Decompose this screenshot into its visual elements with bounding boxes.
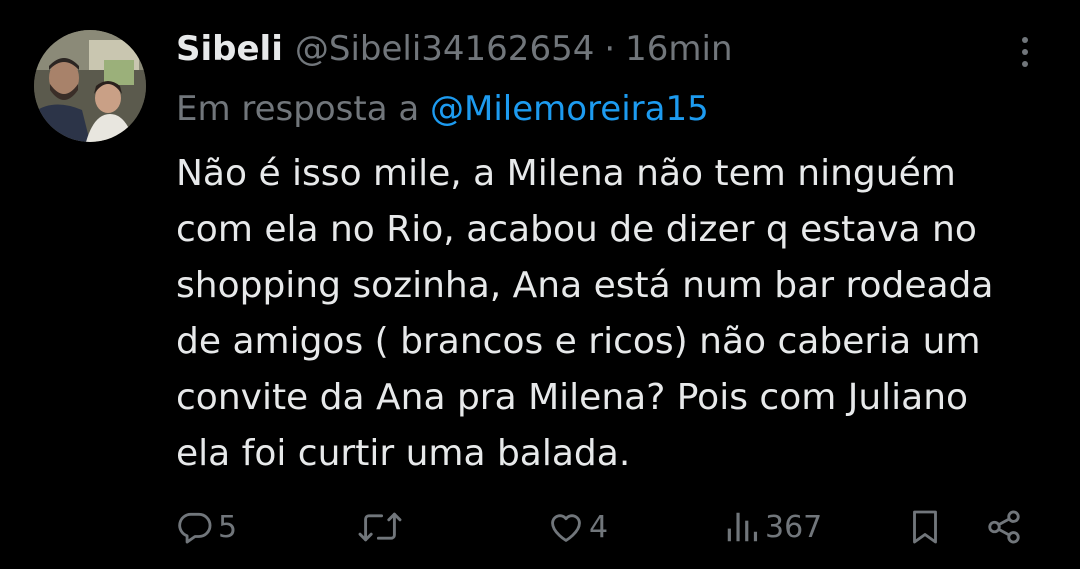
reply-icon — [176, 508, 214, 546]
more-dot — [1022, 49, 1028, 55]
tweet-text-line: de amigos ( brancos e ricos) não caberia… — [176, 321, 981, 362]
tweet-text-line: shopping sozinha, Ana está num bar rodea… — [176, 265, 994, 306]
tweet-text-line: convite da Ana pra Milena? Pois com Juli… — [176, 377, 969, 418]
bookmark-button[interactable] — [907, 500, 943, 554]
tweet[interactable]: Sibeli @Sibeli34162654 · 16min Em respos… — [0, 0, 1080, 569]
retweet-icon — [356, 507, 404, 547]
bookmark-icon — [907, 507, 943, 547]
views-button[interactable]: 367 — [723, 500, 822, 554]
share-icon — [985, 508, 1023, 546]
reply-button[interactable]: 5 — [176, 500, 237, 554]
heart-icon — [547, 508, 585, 546]
views-count: 367 — [765, 509, 823, 545]
more-dot — [1022, 61, 1028, 67]
reply-context: Em resposta a @Milemoreira15 — [176, 86, 709, 132]
tweet-actions: 5 4 367 — [0, 500, 1080, 554]
tweet-text-line: ela foi curtir uma balada. — [176, 433, 631, 474]
separator-dot: · — [604, 29, 616, 69]
like-count: 4 — [589, 509, 609, 545]
share-button[interactable] — [985, 500, 1023, 554]
tweet-header: Sibeli @Sibeli34162654 · 16min — [176, 26, 733, 72]
tweet-text-line: com ela no Rio, acabou de dizer q estava… — [176, 209, 977, 250]
display-name[interactable]: Sibeli — [176, 26, 283, 72]
reply-mention-link[interactable]: @Milemoreira15 — [430, 89, 709, 129]
views-icon — [723, 508, 761, 546]
user-handle[interactable]: @Sibeli34162654 — [295, 26, 594, 72]
more-vertical-icon — [1022, 37, 1028, 43]
more-options-button[interactable] — [1005, 30, 1045, 74]
like-button[interactable]: 4 — [547, 500, 608, 554]
retweet-button[interactable] — [356, 500, 408, 554]
reply-prefix: Em resposta a — [176, 89, 420, 129]
reply-count: 5 — [218, 509, 238, 545]
tweet-text-line: Não é isso mile, a Milena não tem ningué… — [176, 153, 956, 194]
timestamp[interactable]: 16min — [625, 26, 732, 72]
avatar[interactable] — [34, 30, 146, 142]
tweet-text: Não é isso mile, a Milena não tem ningué… — [176, 146, 1056, 482]
